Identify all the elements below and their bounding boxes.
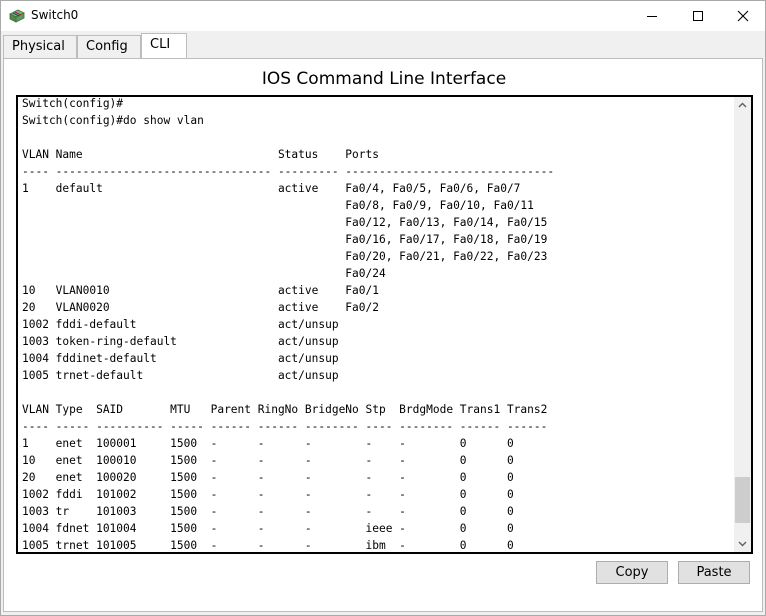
console-line: 1004 fdnet 101004 1500 - - - ieee - 0 0 — [22, 522, 514, 535]
console-scrollbar[interactable] — [734, 97, 751, 552]
console-line: Switch(config)#do show vlan — [22, 114, 204, 127]
cli-window: Switch0 Physical Config CLI IOS Command … — [0, 0, 766, 616]
tab-physical[interactable]: Physical — [3, 35, 77, 58]
console-line: 1 enet 100001 1500 - - - - - 0 0 — [22, 437, 514, 450]
console-line: 1 default active Fa0/4, Fa0/5, Fa0/6, Fa… — [22, 182, 521, 195]
console-line: Fa0/16, Fa0/17, Fa0/18, Fa0/19 — [22, 233, 548, 246]
console-line: 10 enet 100010 1500 - - - - - 0 0 — [22, 454, 514, 467]
console-line: Fa0/24 — [22, 267, 386, 280]
page-title: IOS Command Line Interface — [261, 69, 507, 89]
console-line: 1005 trnet-default act/unsup — [22, 369, 339, 382]
console-line: 1005 trnet 101005 1500 - - - ibm - 0 0 — [22, 539, 514, 552]
maximize-icon — [693, 11, 703, 21]
close-icon — [737, 10, 749, 22]
minimize-button[interactable] — [629, 1, 675, 31]
scroll-down-button[interactable] — [734, 535, 751, 552]
paste-button[interactable]: Paste — [678, 561, 750, 584]
console-line: VLAN Type SAID MTU Parent RingNo BridgeN… — [22, 403, 548, 416]
minimize-icon — [647, 16, 657, 17]
tab-bar: Physical Config CLI — [3, 33, 763, 59]
switch-icon — [9, 9, 25, 23]
title-bar[interactable]: Switch0 — [1, 1, 765, 31]
console-line: 1003 token-ring-default act/unsup — [22, 335, 339, 348]
close-button[interactable] — [720, 1, 766, 31]
console-line: ---- -------------------------------- --… — [22, 165, 555, 178]
cli-console[interactable]: Switch(config)# Switch(config)#do show vl… — [16, 95, 753, 554]
chevron-down-icon — [738, 541, 747, 547]
console-line: Fa0/8, Fa0/9, Fa0/10, Fa0/11 — [22, 199, 534, 212]
console-line: 10 VLAN0010 active Fa0/1 — [22, 284, 379, 297]
console-line: 1002 fddi-default act/unsup — [22, 318, 339, 331]
maximize-button[interactable] — [675, 1, 721, 31]
console-line: VLAN Name Status Ports — [22, 148, 379, 161]
console-line: 20 enet 100020 1500 - - - - - 0 0 — [22, 471, 514, 484]
chevron-up-icon — [738, 102, 747, 108]
console-line: 20 VLAN0020 active Fa0/2 — [22, 301, 379, 314]
copy-button[interactable]: Copy — [596, 561, 668, 584]
tab-config[interactable]: Config — [77, 35, 141, 58]
console-line: Switch(config)# — [22, 97, 124, 110]
console-line: Fa0/12, Fa0/13, Fa0/14, Fa0/15 — [22, 216, 548, 229]
cli-panel: IOS Command Line Interface Switch(config… — [3, 58, 763, 612]
console-line: 1003 tr 101003 1500 - - - - - 0 0 — [22, 505, 514, 518]
tab-cli[interactable]: CLI — [141, 33, 187, 59]
console-output[interactable]: Switch(config)# Switch(config)#do show vl… — [22, 97, 555, 552]
window-title: Switch0 — [31, 8, 79, 22]
console-line: 1002 fddi 101002 1500 - - - - - 0 0 — [22, 488, 514, 501]
scroll-up-button[interactable] — [734, 97, 751, 114]
scrollbar-thumb[interactable] — [735, 477, 750, 523]
console-line: 1004 fddinet-default act/unsup — [22, 352, 339, 365]
console-line: ---- ----- ---------- ----- ------ -----… — [22, 420, 548, 433]
console-line: Fa0/20, Fa0/21, Fa0/22, Fa0/23 — [22, 250, 548, 263]
